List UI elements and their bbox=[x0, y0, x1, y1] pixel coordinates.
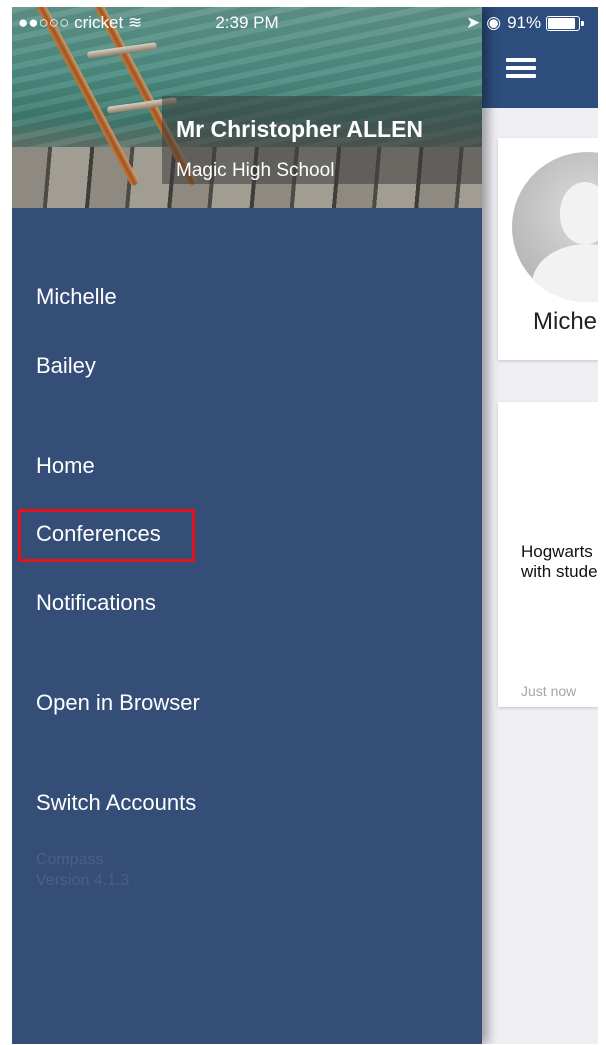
switch-accounts-item[interactable]: Switch Accounts bbox=[36, 790, 196, 816]
main-content: Michelle Hogwarts students meet with stu… bbox=[482, 7, 598, 1044]
child-item-michelle[interactable]: Michelle bbox=[36, 284, 117, 310]
user-name: Mr Christopher ALLEN bbox=[176, 116, 424, 142]
app-screen: Michelle Hogwarts students meet with stu… bbox=[12, 7, 598, 1044]
location-arrow-icon: ➤ bbox=[466, 13, 481, 32]
news-timestamp: Just now bbox=[521, 683, 577, 699]
avatar bbox=[512, 152, 598, 302]
menu-item-notifications[interactable]: Notifications bbox=[36, 590, 156, 616]
app-version-info: Compass Version 4.1.3 bbox=[36, 849, 129, 891]
profile-name: Michelle bbox=[533, 308, 598, 335]
hamburger-menu-icon[interactable] bbox=[506, 58, 536, 80]
menu-item-home[interactable]: Home bbox=[36, 453, 95, 479]
status-bar: ●●○○○ cricket ≋ 2:39 PM ➤ ◉ 91% bbox=[12, 7, 598, 37]
menu-item-conferences[interactable]: Conferences bbox=[36, 521, 161, 547]
navigation-drawer: Mr Christopher ALLEN Magic High School M… bbox=[12, 7, 482, 1044]
news-text: Hogwarts students meet with students bbox=[521, 542, 598, 581]
child-profile-card[interactable]: Michelle bbox=[498, 138, 598, 360]
school-name: Magic High School bbox=[176, 160, 335, 181]
status-time: 2:39 PM bbox=[215, 13, 279, 32]
app-name: Compass bbox=[36, 851, 104, 868]
child-item-bailey[interactable]: Bailey bbox=[36, 353, 96, 379]
news-card[interactable]: Hogwarts students meet with students Jus… bbox=[498, 402, 598, 707]
battery-icon bbox=[546, 15, 585, 31]
drawer-header: Mr Christopher ALLEN Magic High School bbox=[12, 7, 482, 208]
app-version: Version 4.1.3 bbox=[36, 872, 130, 889]
battery-percent: 91% bbox=[507, 13, 542, 32]
alarm-icon: ◉ bbox=[486, 13, 502, 32]
open-in-browser-item[interactable]: Open in Browser bbox=[36, 690, 200, 716]
